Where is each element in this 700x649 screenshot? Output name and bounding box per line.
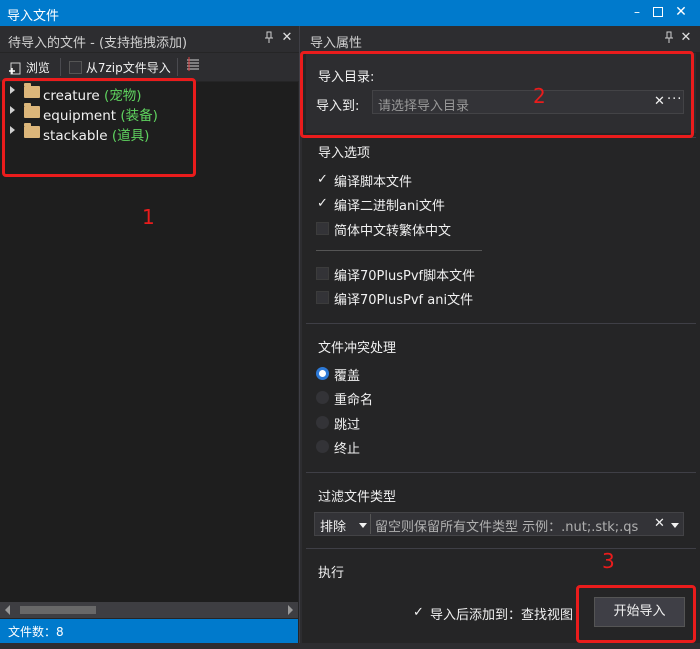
checkbox-box[interactable]	[316, 222, 329, 235]
pin-icon[interactable]	[663, 31, 675, 45]
properties-panel-header: 导入属性 ✕	[302, 26, 700, 52]
archive-icon	[69, 61, 82, 74]
radio-label: 重命名	[334, 393, 374, 408]
close-window-icon[interactable]: ✕	[674, 3, 688, 21]
execute-group-label: 执行	[318, 566, 345, 581]
filter-field[interactable]: 排除 留空则保留所有文件类型 示例：.nut;.stk;.qs ✕	[314, 512, 684, 536]
highlight-box-3	[576, 585, 696, 643]
option-label: 编译二进制ani文件	[334, 199, 445, 214]
conflict-group-label: 文件冲突处理	[318, 341, 397, 356]
file-count: 文件数：8	[8, 625, 64, 639]
import-from-7zip-label: 从7zip文件导入	[85, 61, 171, 75]
maximize-icon[interactable]	[651, 3, 665, 21]
import-from-7zip-button[interactable]: 从7zip文件导入	[69, 59, 171, 76]
toolbar-separator	[60, 58, 61, 76]
filter-separator	[370, 514, 371, 534]
checkbox-box[interactable]	[316, 267, 329, 280]
option-label: 编译70PlusPvf脚本文件	[334, 269, 476, 284]
annotation-number-1: 1	[142, 205, 155, 229]
import-options-group-label: 导入选项	[318, 146, 371, 161]
radio-icon[interactable]	[316, 391, 329, 404]
title-bar: 导入文件 – ✕	[0, 0, 700, 26]
option-label: 编译70PlusPvf ani文件	[334, 293, 474, 308]
list-options-icon[interactable]	[185, 57, 200, 75]
radio-icon[interactable]	[316, 416, 329, 429]
option-label: 简体中文转繁体中文	[334, 224, 452, 239]
properties-panel-title: 导入属性	[310, 36, 363, 51]
window-title: 导入文件	[7, 9, 60, 24]
chevron-down-icon[interactable]	[359, 523, 367, 528]
toolbar-separator	[177, 58, 178, 76]
options-separator	[316, 250, 482, 251]
group-divider	[306, 472, 696, 473]
scroll-right-icon[interactable]	[288, 605, 293, 615]
option-label: 编译脚本文件	[334, 175, 413, 190]
radio-label: 覆盖	[334, 369, 361, 384]
group-divider	[306, 323, 696, 324]
minimize-icon[interactable]: –	[630, 3, 644, 21]
status-bar: 文件数：8	[0, 619, 298, 643]
chevron-down-icon[interactable]	[671, 523, 679, 528]
scrollbar-thumb[interactable]	[20, 606, 96, 614]
clear-icon[interactable]: ✕	[654, 516, 665, 531]
option-label: 导入后添加到：查找视图	[430, 608, 574, 623]
annotation-number-2: 2	[533, 84, 546, 108]
highlight-box-1	[2, 78, 196, 177]
browse-label: 浏览	[25, 61, 50, 75]
close-panel-icon[interactable]: ✕	[280, 30, 294, 46]
files-panel-title: 待导入的文件 - (支持拖拽添加)	[8, 36, 188, 51]
filter-hint[interactable]: 留空则保留所有文件类型 示例：.nut;.stk;.qs	[375, 516, 647, 535]
radio-icon[interactable]	[316, 440, 329, 453]
horizontal-scrollbar[interactable]	[0, 602, 298, 618]
annotation-number-3: 3	[602, 549, 615, 573]
scroll-left-icon[interactable]	[5, 605, 10, 615]
add-file-icon	[9, 62, 21, 75]
radio-label: 跳过	[334, 418, 361, 433]
checkmark-icon[interactable]: ✓	[316, 197, 329, 210]
files-toolbar: 浏览 从7zip文件导入	[0, 53, 299, 81]
highlight-box-2	[300, 51, 694, 138]
browse-button[interactable]: 浏览	[8, 59, 50, 76]
close-panel-icon[interactable]: ✕	[679, 30, 693, 46]
checkmark-icon[interactable]: ✓	[316, 173, 329, 186]
filter-group-label: 过滤文件类型	[318, 490, 397, 505]
radio-label: 终止	[334, 442, 361, 457]
group-divider	[306, 548, 696, 549]
pin-icon[interactable]	[263, 31, 275, 45]
radio-selected-icon[interactable]	[316, 367, 329, 380]
filter-mode-select[interactable]: 排除	[320, 516, 346, 535]
checkbox-box[interactable]	[316, 291, 329, 304]
checkmark-icon[interactable]: ✓	[412, 606, 425, 619]
files-panel-header: 待导入的文件 - (支持拖拽添加) ✕	[0, 26, 299, 52]
